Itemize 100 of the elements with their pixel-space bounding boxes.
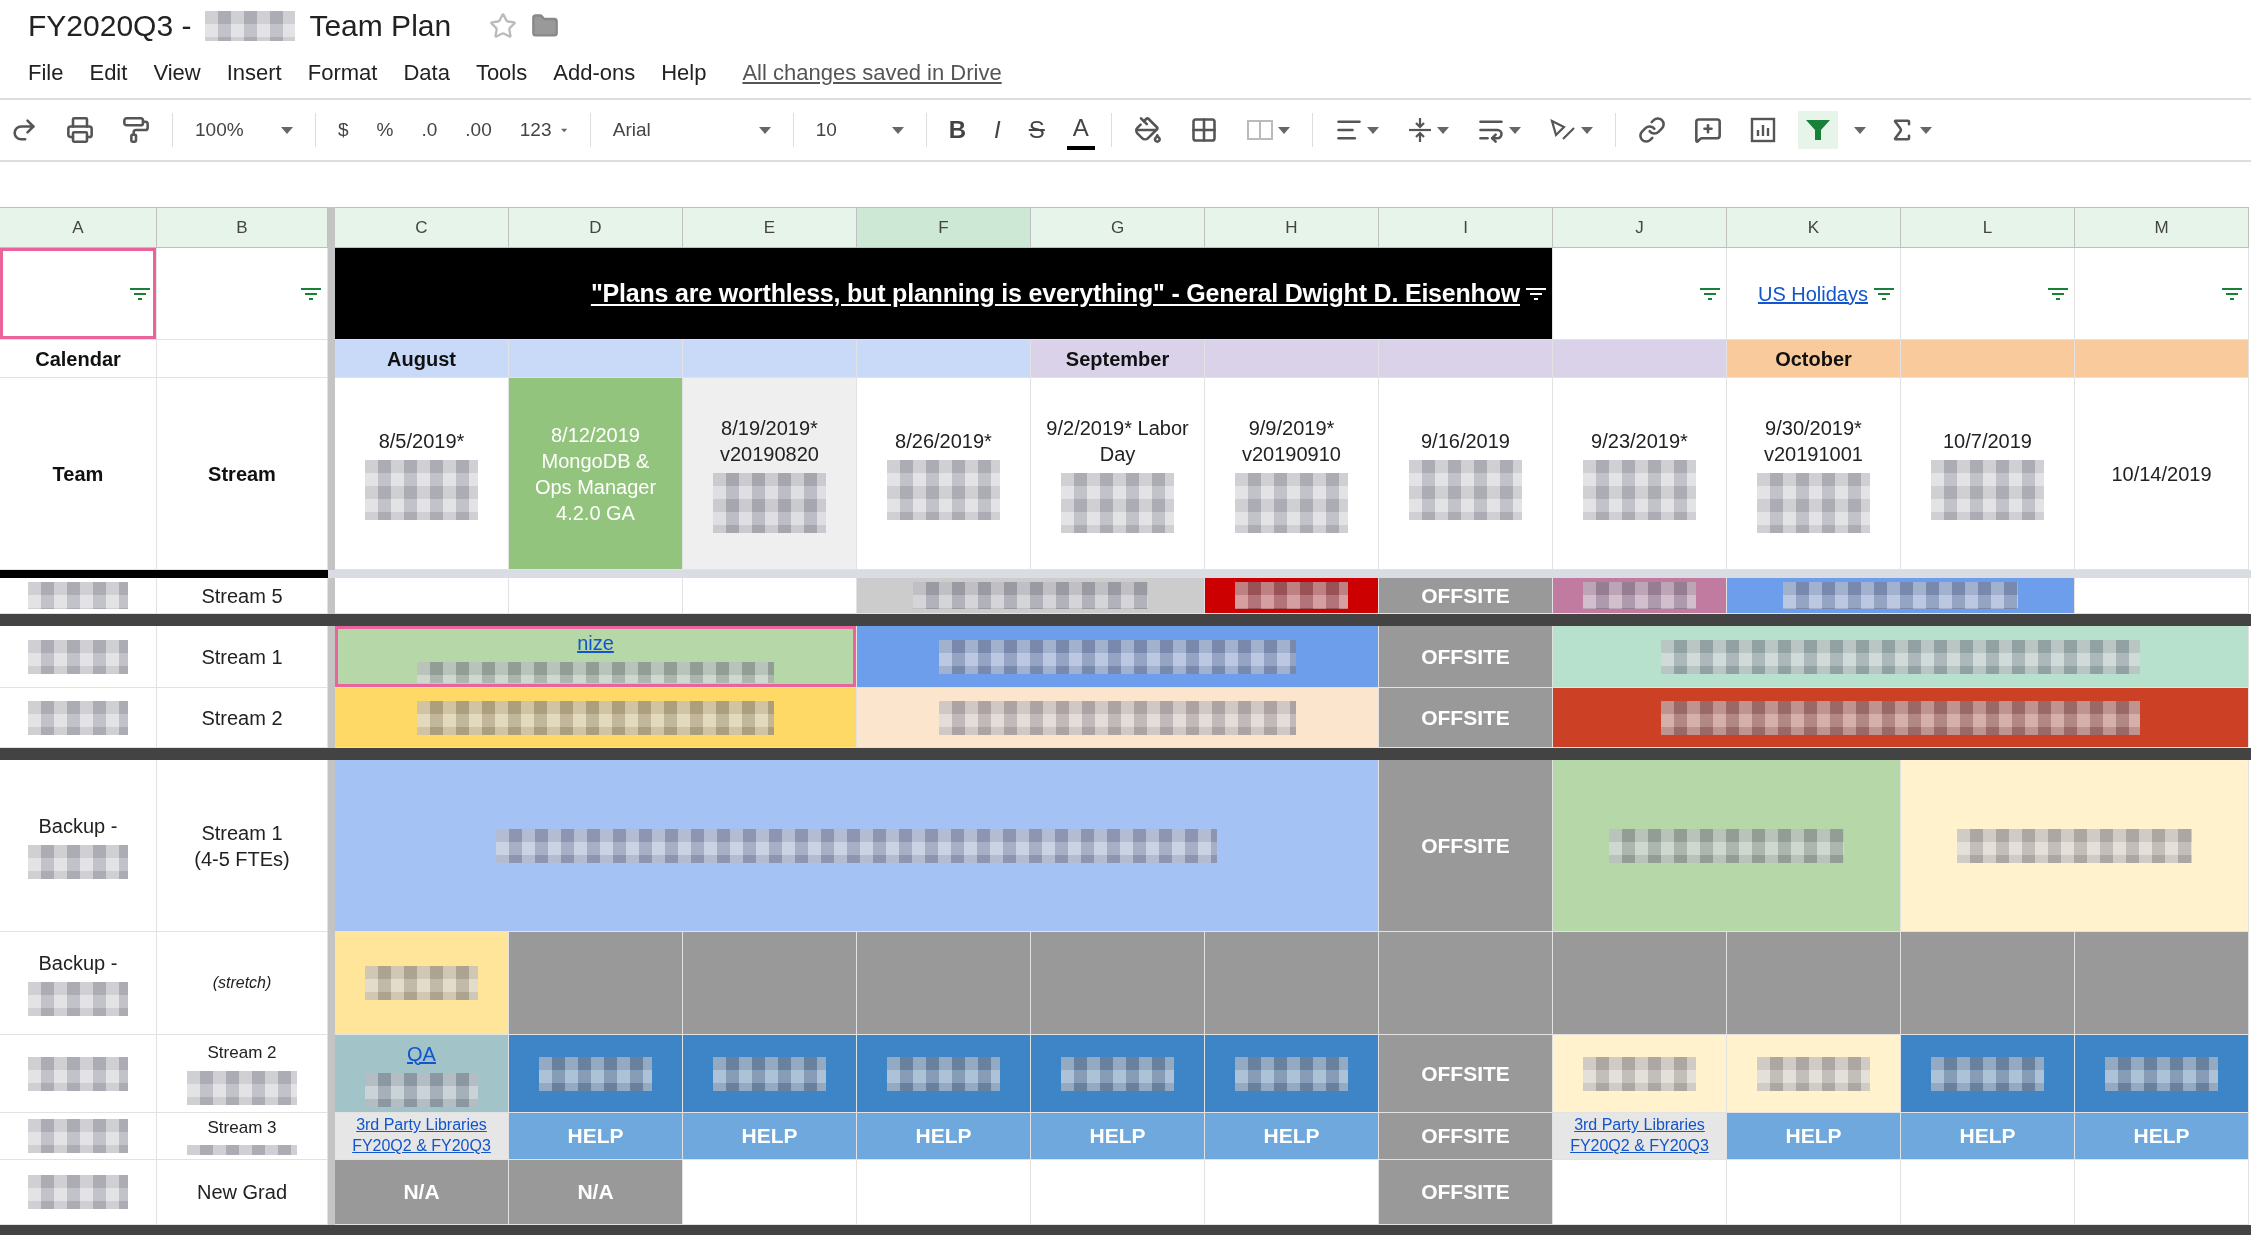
cell-text: 9/23/2019* <box>1591 428 1688 454</box>
status-label: OFFSITE <box>1421 1060 1510 1087</box>
cell-text: 8/5/2019* <box>378 428 465 454</box>
caret-icon <box>281 126 293 134</box>
cell-text: Stream 2 <box>207 1042 277 1065</box>
number-format-button[interactable]: .0 <box>415 115 444 145</box>
star-icon[interactable] <box>489 12 518 40</box>
column-header[interactable]: I <box>1379 207 1553 248</box>
status-label: HELP <box>1785 1123 1842 1150</box>
menu-item[interactable]: View <box>153 60 201 86</box>
milestone-text: 8/12/2019 MongoDB & Ops Manager 4.2.0 GA <box>534 422 657 526</box>
cell-text: 9/2/2019* Labor Day <box>1046 415 1189 467</box>
status-label: HELP <box>1089 1123 1146 1150</box>
status-label: HELP <box>1263 1123 1320 1150</box>
status-label: OFFSITE <box>1421 1179 1510 1206</box>
number-format-button[interactable]: % <box>370 115 400 145</box>
text-style-button[interactable]: B <box>942 112 973 148</box>
save-status-link[interactable]: All changes saved in Drive <box>742 60 1002 86</box>
column-header[interactable]: B <box>157 207 328 248</box>
status-label: HELP <box>2133 1123 2190 1150</box>
cell-text: (stretch) <box>212 972 272 993</box>
menu-item[interactable]: Data <box>403 60 450 86</box>
menu-item[interactable]: Help <box>661 60 707 86</box>
vertical-align-icon <box>1406 116 1433 144</box>
column-header[interactable]: G <box>1031 207 1205 248</box>
status-label: OFFSITE <box>1421 832 1510 859</box>
cell-text: Stream 3 <box>207 1117 277 1139</box>
status-label: HELP <box>915 1123 972 1150</box>
caret-icon <box>561 126 568 134</box>
column-header[interactable]: E <box>683 207 857 248</box>
column-header[interactable]: M <box>2075 207 2249 248</box>
cell-link[interactable]: 3rd Party Libraries FY20Q2 & FY20Q3 <box>1570 1115 1709 1157</box>
cell-text: 9/30/2019* v20191001 <box>1764 415 1863 467</box>
header-text: September <box>1065 346 1170 372</box>
caret-icon <box>1366 126 1379 134</box>
number-format-button[interactable]: .00 <box>459 115 498 145</box>
column-header[interactable]: K <box>1727 207 1901 248</box>
cell-link[interactable]: nize <box>577 630 614 656</box>
text-style-button[interactable]: A <box>1066 110 1095 150</box>
status-label: OFFSITE <box>1421 643 1510 670</box>
cell-link[interactable]: US Holidays <box>1757 280 1868 307</box>
caret-icon <box>891 126 904 134</box>
status-label: HELP <box>567 1123 624 1150</box>
column-header[interactable]: H <box>1205 207 1379 248</box>
text-style-button[interactable]: S <box>1022 112 1051 148</box>
header-text: Calendar <box>35 346 121 372</box>
cell-text: Stream 5 <box>201 583 283 609</box>
font-size-dropdown[interactable]: 10 <box>809 115 910 145</box>
cell-link[interactable]: QA <box>407 1040 436 1067</box>
menu-item[interactable]: Tools <box>475 60 528 86</box>
merge-icon <box>1245 118 1274 142</box>
caret-icon <box>1436 126 1449 134</box>
status-label: OFFSITE <box>1421 704 1510 731</box>
caret-icon <box>1853 126 1866 134</box>
caret-icon <box>1919 126 1932 134</box>
cell-text: Backup - <box>38 813 118 839</box>
cell-link[interactable]: 3rd Party Libraries FY20Q2 & FY20Q3 <box>352 1115 491 1157</box>
status-label: HELP <box>741 1123 798 1150</box>
caret-icon <box>758 126 771 134</box>
filter-icon[interactable] <box>1526 286 1546 301</box>
status-label: N/A <box>403 1179 440 1206</box>
cell-text: 9/16/2019 <box>1421 428 1510 454</box>
folder-icon[interactable] <box>531 12 560 40</box>
caret-icon <box>1580 126 1593 134</box>
status-label: OFFSITE <box>1421 1123 1510 1150</box>
status-label: N/A <box>577 1179 614 1206</box>
caret-icon <box>1508 126 1521 134</box>
menu-item[interactable]: Format <box>307 60 378 86</box>
cell-text: New Grad <box>197 1180 287 1205</box>
cell-text: 10/14/2019 <box>2111 461 2212 487</box>
number-format-button[interactable]: $ <box>332 115 355 145</box>
column-header[interactable]: L <box>1901 207 2075 248</box>
column-header[interactable]: J <box>1553 207 1727 248</box>
header-text: October <box>1775 346 1852 372</box>
cell-text: 10/7/2019 <box>1943 428 2032 454</box>
format-dropdown[interactable]: 123 <box>513 115 574 145</box>
text-style-button[interactable]: I <box>988 112 1007 148</box>
cell-text: Backup - <box>38 951 118 976</box>
font-dropdown[interactable]: Arial <box>606 115 777 145</box>
menu-item[interactable]: Edit <box>89 60 128 86</box>
header-text: Stream <box>208 461 276 487</box>
document-title[interactable]: Team Plan <box>309 9 452 43</box>
menu-item[interactable]: File <box>28 60 64 86</box>
column-header[interactable]: F <box>857 207 1031 248</box>
zoom-dropdown[interactable]: 100% <box>189 115 299 145</box>
cell-text: Stream 1 (4-5 FTEs) <box>194 820 290 872</box>
cell-text: 8/19/2019* v20190820 <box>720 415 819 467</box>
column-header[interactable]: C <box>335 207 509 248</box>
status-label: OFFSITE <box>1421 582 1510 609</box>
column-header[interactable]: D <box>509 207 683 248</box>
menu-item[interactable]: Add-ons <box>553 60 636 86</box>
column-header[interactable]: A <box>0 207 157 248</box>
cell-text: Stream 2 <box>201 705 283 731</box>
status-label: HELP <box>1959 1123 2016 1150</box>
caret-icon <box>1277 126 1290 134</box>
document-title[interactable]: FY2020Q3 - <box>28 9 192 43</box>
menu-item[interactable]: Insert <box>226 60 282 86</box>
quote-link[interactable]: "Plans are worthless, but planning is everything" - General Dwight D. Eisenhow <box>590 279 1520 308</box>
cell-text: Stream 1 <box>201 644 283 670</box>
header-text: August <box>387 346 456 372</box>
